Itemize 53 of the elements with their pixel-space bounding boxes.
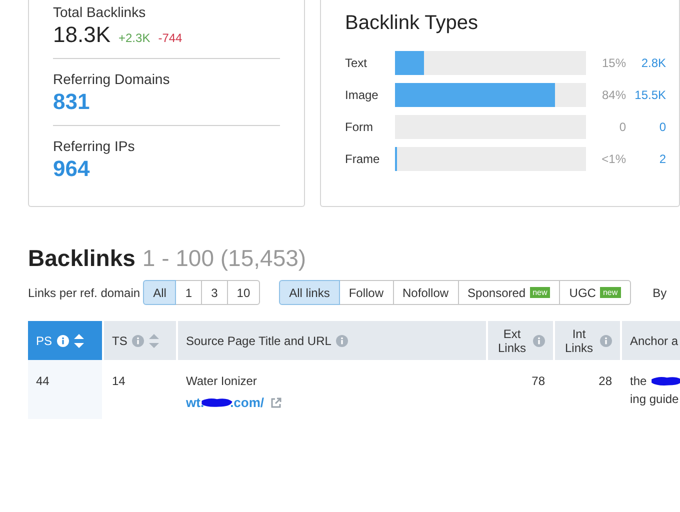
page-title: Water Ionizer bbox=[186, 374, 258, 388]
percent-value: 84% bbox=[600, 88, 626, 102]
type-label: Frame bbox=[345, 152, 381, 166]
filter-button[interactable]: All links bbox=[279, 280, 340, 305]
info-icon[interactable] bbox=[132, 334, 144, 346]
metric-label: Referring Domains bbox=[53, 71, 170, 87]
decrease-value: -744 bbox=[158, 31, 182, 45]
column-header[interactable]: Ext Links bbox=[488, 321, 553, 360]
metric-label: Referring IPs bbox=[53, 138, 135, 154]
table-cell-text: 44 bbox=[36, 374, 50, 388]
redaction-mark bbox=[648, 375, 680, 387]
new-badge: new bbox=[530, 287, 550, 298]
info-icon[interactable] bbox=[600, 334, 612, 346]
type-label: Form bbox=[345, 120, 374, 134]
filter-button[interactable]: 10 bbox=[226, 280, 260, 305]
info-icon[interactable] bbox=[57, 334, 70, 346]
table-cell: 78 bbox=[532, 374, 545, 388]
column-header[interactable]: Int Links bbox=[555, 321, 620, 360]
info-icon[interactable] bbox=[336, 334, 348, 346]
anchor-text: the bbox=[630, 374, 647, 388]
sort-icon[interactable] bbox=[74, 334, 84, 348]
anchor-text: ing guide bbox=[630, 392, 680, 406]
type-label: Text bbox=[345, 56, 368, 70]
increase-value: +2.3K bbox=[118, 31, 150, 45]
filter-button[interactable]: Nofollow bbox=[392, 280, 459, 305]
card-title: Backlink Types bbox=[345, 12, 478, 35]
filter-label: Links per ref. domain bbox=[28, 286, 140, 300]
table-cell: 28 bbox=[598, 374, 612, 388]
filter-button[interactable]: 3 bbox=[201, 280, 228, 305]
new-badge: new bbox=[600, 287, 621, 298]
type-label: Image bbox=[345, 88, 380, 102]
sort-icon[interactable] bbox=[149, 334, 160, 348]
filter-button[interactable]: UGC new bbox=[559, 280, 631, 305]
table-cell-text: 14 bbox=[112, 374, 126, 388]
section-title: Backlinks bbox=[28, 245, 136, 272]
info-icon[interactable] bbox=[533, 334, 545, 346]
filter-button[interactable]: Sponsored new bbox=[458, 280, 560, 305]
percent-value: <1% bbox=[600, 152, 626, 166]
metric-value: 831 bbox=[53, 89, 90, 115]
column-header[interactable]: Source Page Title and URL bbox=[178, 321, 486, 360]
column-header[interactable]: Anchor a bbox=[622, 321, 680, 360]
percent-value: 15% bbox=[600, 56, 626, 70]
filter-label: By bbox=[652, 286, 667, 300]
filter-button[interactable]: 1 bbox=[175, 280, 202, 305]
external-link-icon[interactable] bbox=[270, 396, 282, 408]
filter-button[interactable]: All bbox=[143, 280, 176, 305]
percent-value: 0 bbox=[618, 120, 626, 134]
metric-value: 18.3K bbox=[53, 22, 110, 48]
metric-label: Total Backlinks bbox=[53, 4, 146, 20]
column-header[interactable]: TS bbox=[104, 321, 176, 360]
filter-button[interactable]: Follow bbox=[338, 280, 394, 305]
metric-value: 964 bbox=[53, 156, 90, 182]
result-range: 1 - 100 (15,453) bbox=[142, 245, 306, 272]
